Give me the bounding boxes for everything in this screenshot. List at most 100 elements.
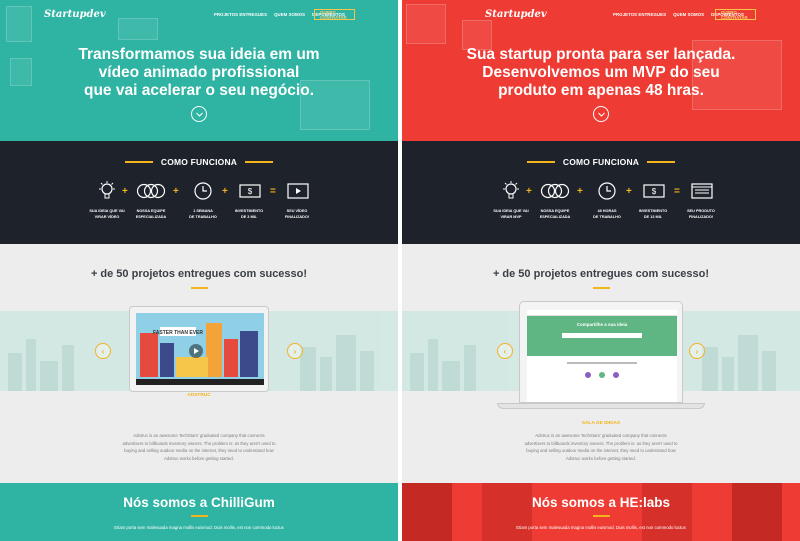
page: Startupdev PROJETOS ENTREGUES QUEM SOMOS… — [0, 0, 800, 541]
headline-line: que vai acelerar o seu negócio. — [83, 82, 314, 99]
steps: + + + $ = SUA IDEIA QUE VAI VIRAR VÍDEO N… — [0, 180, 398, 240]
nav-projetos-entregues[interactable]: PROJETOS ENTREGUES — [613, 12, 666, 17]
lightbulb-icon — [95, 180, 119, 202]
team-section: Nós somos a HE:labs Etiam porta sem male… — [402, 483, 800, 541]
project-name: SALA DE IDEIAS — [581, 421, 621, 426]
mock-hero: Compartilhe a sua ideia — [527, 316, 677, 356]
equals-sign: = — [674, 186, 680, 197]
mock-input — [562, 333, 642, 338]
building — [722, 357, 734, 391]
title-accent-line — [647, 161, 676, 163]
building — [320, 357, 332, 391]
team-description: Etiam porta sem malesuada magna mollis e… — [114, 525, 284, 530]
video-icon — [286, 180, 310, 202]
team-title: Nós somos a ChilliGum — [123, 495, 275, 510]
video-player[interactable]: FASTER THAN EVER — [136, 313, 264, 385]
mock-node — [613, 372, 619, 378]
how-it-works-section: COMO FUNCIONA + + + $ = SUA IDEIA QUE VA… — [402, 141, 800, 244]
projects-section: + de 50 projetos entregues com sucesso! … — [402, 244, 800, 483]
building — [464, 345, 476, 391]
team-photo — [642, 483, 692, 541]
building — [26, 339, 36, 391]
title-accent-line — [245, 161, 274, 163]
projects-title: + de 50 projetos entregues com sucesso! — [492, 268, 710, 280]
building — [62, 345, 74, 391]
headline-line: produto em apenas 48 hras. — [498, 82, 704, 99]
svg-text:$: $ — [248, 187, 253, 196]
how-title-wrap: COMO FUNCIONA — [402, 157, 800, 167]
logo[interactable]: Startupdev — [44, 9, 106, 20]
right-landing-page: Startupdev PROJETOS ENTREGUES QUEM SOMOS… — [402, 0, 800, 541]
nav-projetos-entregues[interactable]: PROJETOS ENTREGUES — [214, 12, 267, 17]
top-nav: Startupdev PROJETOS ENTREGUES QUEM SOMOS… — [402, 8, 800, 24]
headline-line: Transformamos sua ideia em um — [78, 46, 320, 63]
chevron-down-icon — [597, 112, 605, 117]
carousel-prev-button[interactable]: ‹ — [95, 343, 111, 359]
building — [442, 361, 460, 391]
team-photo — [732, 483, 782, 541]
hero-headline: Sua startup pronta para ser lançada. Des… — [402, 46, 800, 100]
step-label: SEU VÍDEO FINALIZADO! — [284, 209, 310, 219]
how-title: COMO FUNCIONA — [562, 157, 640, 167]
step-label: INVESTIMENTO DE 3 MIL — [234, 209, 264, 219]
team-icon — [136, 180, 166, 202]
steps: + + + $ = SUA IDEIA QUE VAI VIRAR MVP NOS… — [402, 180, 800, 240]
step-label: 1 SEMANA DE TRABALHO — [189, 209, 217, 219]
building — [40, 361, 58, 391]
logo[interactable]: Startupdev — [485, 9, 547, 20]
team-description: Etiam porta sem malesuada magna mollis e… — [516, 525, 686, 530]
plus-sign: + — [526, 186, 532, 197]
team-section: Nós somos a ChilliGum Etiam porta sem ma… — [0, 483, 398, 541]
money-icon: $ — [642, 180, 666, 202]
building — [8, 353, 22, 391]
carousel-next-button[interactable]: › — [689, 343, 705, 359]
carousel-prev-button[interactable]: ‹ — [497, 343, 513, 359]
hero-section: Startupdev PROJETOS ENTREGUES QUEM SOMOS… — [402, 0, 800, 141]
title-accent-line — [526, 161, 555, 163]
money-icon: $ — [238, 180, 262, 202]
headline-line: vídeo animado profissional — [98, 64, 300, 81]
how-title: COMO FUNCIONA — [160, 157, 238, 167]
step-label: NOSSA EQUIPE ESPECIALIZADA — [539, 209, 571, 219]
mock-body — [527, 356, 677, 384]
nav-quem-somos[interactable]: QUEM SOMOS — [673, 12, 704, 17]
headline-line: Desenvolvemos um MVP do seu — [482, 64, 720, 81]
team-photo — [402, 483, 452, 541]
hire-button[interactable]: QUERO CONTRATAR — [314, 9, 355, 20]
hire-button[interactable]: QUERO CONTRATAR — [715, 9, 756, 20]
plus-sign: + — [626, 186, 632, 197]
step-label: SEU PRODUTO FINALIZADO! — [687, 209, 715, 219]
how-title-wrap: COMO FUNCIONA — [0, 157, 398, 167]
mock-icons — [527, 372, 677, 378]
hero-section: Startupdev PROJETOS ENTREGUES QUEM SOMOS… — [0, 0, 398, 141]
building — [360, 351, 374, 391]
title-accent-line — [593, 287, 610, 289]
building — [738, 335, 758, 391]
mock-hero-heading: Compartilhe a sua ideia — [576, 322, 628, 327]
scroll-down-button[interactable] — [593, 106, 609, 122]
nav-quem-somos[interactable]: QUEM SOMOS — [274, 12, 305, 17]
clock-icon — [595, 180, 619, 202]
project-name: ADSTRUC — [187, 393, 211, 398]
chevron-down-icon — [195, 112, 203, 117]
equals-sign: = — [270, 186, 276, 197]
video-thumbnail: FASTER THAN EVER — [136, 313, 264, 385]
video-sign-text: FASTER THAN EVER — [153, 330, 203, 336]
laptop-mockup: Compartilhe a sua ideia — [519, 301, 683, 403]
building — [336, 335, 356, 391]
lightbulb-icon — [499, 180, 523, 202]
building — [762, 351, 776, 391]
mock-node — [585, 372, 591, 378]
plus-sign: + — [122, 186, 128, 197]
browser-icon — [690, 180, 714, 202]
step-label: NOSSA EQUIPE ESPECIALIZADA — [135, 209, 167, 219]
project-description: Adstruc is an awesome TechStars' graduat… — [122, 433, 276, 461]
how-it-works-section: COMO FUNCIONA + + + $ = SUA IDEIA QUE VA… — [0, 141, 398, 244]
projects-title: + de 50 projetos entregues com sucesso! — [90, 268, 308, 280]
website-screenshot[interactable]: Compartilhe a sua ideia — [527, 310, 677, 402]
title-accent-line — [124, 161, 153, 163]
laptop-base — [497, 403, 705, 409]
scroll-down-button[interactable] — [191, 106, 207, 122]
plus-sign: + — [173, 186, 179, 197]
carousel-next-button[interactable]: › — [287, 343, 303, 359]
